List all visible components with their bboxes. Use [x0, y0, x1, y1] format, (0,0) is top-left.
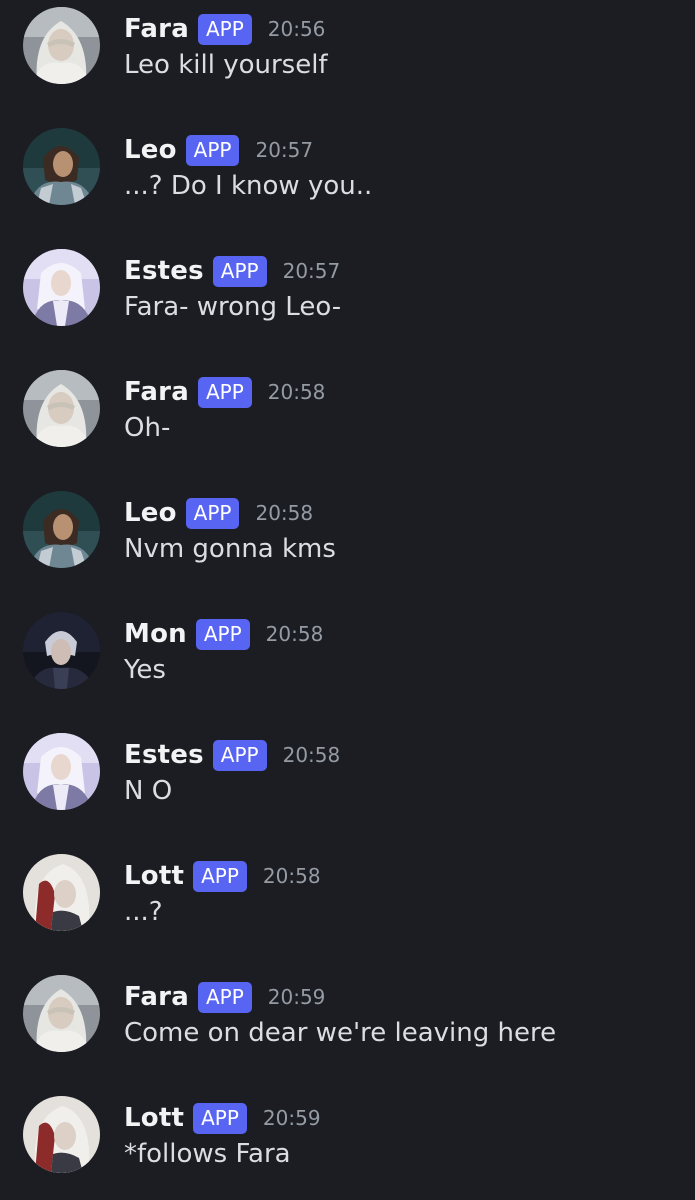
timestamp: 20:57 [255, 138, 314, 162]
timestamp: 20:58 [262, 864, 321, 888]
message: Fara APP 20:59 Come on dear we're leavin… [0, 968, 695, 1068]
timestamp: 20:58 [265, 622, 324, 646]
username[interactable]: Mon [124, 619, 187, 649]
lott-avatar-icon [23, 854, 100, 931]
message-header: Estes APP 20:57 [124, 252, 340, 290]
message-header: Lott APP 20:58 [124, 857, 321, 895]
message-header: Fara APP 20:59 [124, 978, 325, 1016]
message-header: Estes APP 20:58 [124, 736, 340, 774]
username[interactable]: Leo [124, 135, 177, 165]
app-badge: APP [195, 618, 250, 650]
message-list: Fara APP 20:56 Leo kill yourself Leo APP… [0, 0, 695, 1200]
message-text: Oh- [124, 413, 171, 443]
avatar[interactable] [23, 128, 100, 205]
username[interactable]: Leo [124, 498, 177, 528]
leo-avatar-icon [23, 491, 100, 568]
estes-avatar-icon [23, 249, 100, 326]
app-badge: APP [212, 739, 267, 771]
message-text: ...? [124, 897, 163, 927]
timestamp: 20:59 [262, 1106, 321, 1130]
timestamp: 20:59 [267, 985, 326, 1009]
message-header: Fara APP 20:58 [124, 373, 325, 411]
message: Mon APP 20:58 Yes [0, 605, 695, 705]
message-header: Fara APP 20:56 [124, 10, 325, 48]
message: Lott APP 20:59 *follows Fara [0, 1089, 695, 1189]
avatar[interactable] [23, 370, 100, 447]
message: Fara APP 20:56 Leo kill yourself [0, 0, 695, 100]
username[interactable]: Lott [124, 861, 184, 891]
avatar[interactable] [23, 854, 100, 931]
app-badge: APP [197, 981, 252, 1013]
username[interactable]: Estes [124, 256, 204, 286]
message-header: Leo APP 20:57 [124, 131, 313, 169]
message-header: Lott APP 20:59 [124, 1099, 321, 1137]
app-badge: APP [197, 13, 252, 45]
username[interactable]: Estes [124, 740, 204, 770]
message: Estes APP 20:57 Fara- wrong Leo- [0, 242, 695, 342]
timestamp: 20:57 [282, 259, 341, 283]
timestamp: 20:58 [255, 501, 314, 525]
message: Estes APP 20:58 N O [0, 726, 695, 826]
username[interactable]: Fara [124, 14, 189, 44]
message-text: Yes [124, 655, 166, 685]
app-badge: APP [193, 1102, 247, 1134]
username[interactable]: Fara [124, 982, 189, 1012]
message: Leo APP 20:57 ...? Do I know you.. [0, 121, 695, 221]
avatar[interactable] [23, 7, 100, 84]
avatar[interactable] [23, 491, 100, 568]
app-badge: APP [185, 134, 240, 166]
message-text: Leo kill yourself [124, 50, 328, 80]
message-text: Come on dear we're leaving here [124, 1018, 557, 1048]
timestamp: 20:56 [267, 17, 326, 41]
fara-avatar-icon [23, 370, 100, 447]
fara-avatar-icon [23, 975, 100, 1052]
avatar[interactable] [23, 1096, 100, 1173]
timestamp: 20:58 [267, 380, 326, 404]
mon-avatar-icon [23, 612, 100, 689]
message-header: Leo APP 20:58 [124, 494, 313, 532]
avatar[interactable] [23, 733, 100, 810]
message: Lott APP 20:58 ...? [0, 847, 695, 947]
app-badge: APP [185, 497, 240, 529]
lott-avatar-icon [23, 1096, 100, 1173]
avatar[interactable] [23, 249, 100, 326]
message: Fara APP 20:58 Oh- [0, 363, 695, 463]
message-text: Nvm gonna kms [124, 534, 336, 564]
fara-avatar-icon [23, 7, 100, 84]
message: Leo APP 20:58 Nvm gonna kms [0, 484, 695, 584]
avatar[interactable] [23, 975, 100, 1052]
username[interactable]: Fara [124, 377, 189, 407]
message-text: *follows Fara [124, 1139, 291, 1169]
app-badge: APP [193, 860, 247, 892]
leo-avatar-icon [23, 128, 100, 205]
message-text: Fara- wrong Leo- [124, 292, 342, 322]
message-text: N O [124, 776, 173, 806]
timestamp: 20:58 [282, 743, 341, 767]
avatar[interactable] [23, 612, 100, 689]
app-badge: APP [197, 376, 252, 408]
message-text: ...? Do I know you.. [124, 171, 373, 201]
message-header: Mon APP 20:58 [124, 615, 323, 653]
app-badge: APP [212, 255, 267, 287]
estes-avatar-icon [23, 733, 100, 810]
username[interactable]: Lott [124, 1103, 184, 1133]
